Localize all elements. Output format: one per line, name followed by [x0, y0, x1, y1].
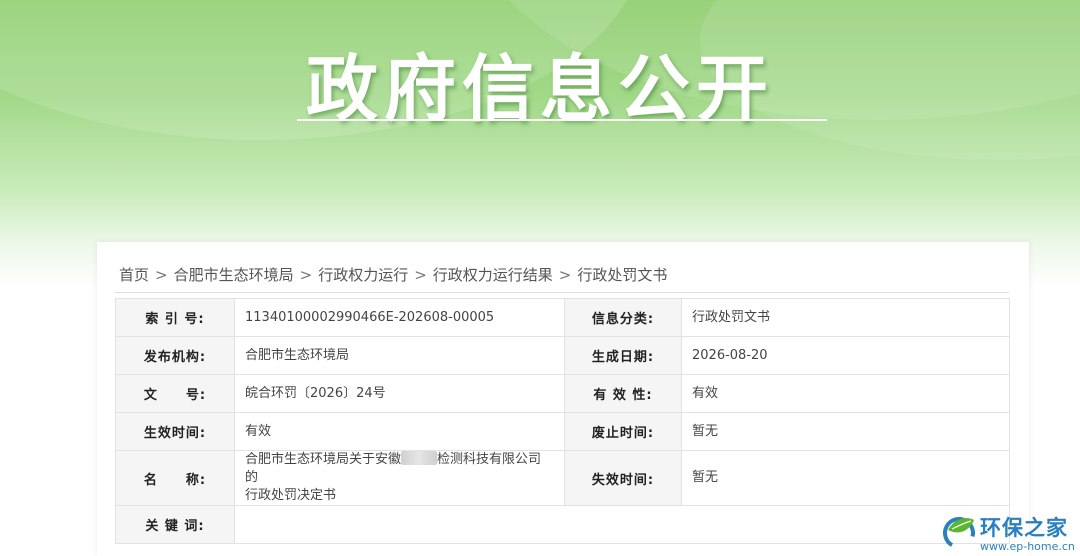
- category-label: 信息分类:: [564, 298, 682, 337]
- title-label: 名 称:: [115, 450, 235, 506]
- logo-name: 环保之家: [980, 516, 1068, 540]
- expire-time-label: 失效时间:: [564, 450, 682, 506]
- title-value: 合肥市生态环境局关于安徽 检测科技有限公司的 行政处罚决定书: [234, 450, 565, 506]
- breadcrumb-separator: >: [155, 266, 168, 284]
- keywords-value: [234, 505, 1010, 544]
- breadcrumb-bureau[interactable]: 合肥市生态环境局: [174, 266, 294, 284]
- breadcrumb-separator: >: [299, 266, 313, 284]
- title-value-part1: 合肥市生态环境局关于安徽: [245, 452, 402, 467]
- breadcrumb-home[interactable]: 首页: [119, 266, 149, 284]
- table-row: 发布机构: 合肥市生态环境局 生成日期: 2026-08-20: [115, 336, 1010, 375]
- breadcrumb-admin-power[interactable]: 行政权力运行: [318, 266, 408, 284]
- document-number-label: 文 号:: [115, 374, 235, 413]
- leaf-ring-logo-icon: [943, 517, 975, 549]
- keywords-label: 关 键 词:: [115, 505, 235, 544]
- created-date-label: 生成日期:: [564, 336, 682, 375]
- table-row: 文 号: 皖合环罚〔2026〕24号 有 效 性: 有效: [115, 374, 1010, 413]
- effective-time-label: 生效时间:: [115, 412, 235, 451]
- document-number-value: 皖合环罚〔2026〕24号: [234, 374, 565, 413]
- category-value: 行政处罚文书: [681, 298, 1010, 337]
- breadcrumb: 首页 > 合肥市生态环境局 > 行政权力运行 > 行政权力运行结果 > 行政处罚文书: [119, 264, 667, 285]
- index-label: 索 引 号:: [115, 298, 235, 337]
- publisher-label: 发布机构:: [115, 336, 235, 375]
- banner-underline: [297, 119, 827, 121]
- created-date-value: 2026-08-20: [681, 336, 1010, 375]
- repeal-time-label: 废止时间:: [564, 412, 682, 451]
- table-row: 名 称: 合肥市生态环境局关于安徽 检测科技有限公司的 行政处罚决定书 失效时间: …: [115, 450, 1010, 506]
- breadcrumb-separator: >: [558, 266, 572, 284]
- publisher-value: 合肥市生态环境局: [234, 336, 565, 375]
- validity-label: 有 效 性:: [564, 374, 682, 413]
- table-row: 生效时间: 有效 废止时间: 暂无: [115, 412, 1010, 451]
- breadcrumb-penalty-docs[interactable]: 行政处罚文书: [577, 266, 667, 284]
- content-panel: 首页 > 合肥市生态环境局 > 行政权力运行 > 行政权力运行结果 > 行政处罚文书 索 引 号…: [97, 242, 1029, 556]
- table-row: 索 引 号: 11340100002990466E-202608-00005 信…: [115, 298, 1010, 337]
- table-row: 关 键 词:: [115, 505, 1010, 544]
- logo-url: www.ep-home.cn: [980, 540, 1075, 553]
- index-value: 11340100002990466E-202608-00005: [234, 298, 565, 337]
- title-value-line2: 行政处罚决定书: [245, 488, 337, 503]
- breadcrumb-admin-results[interactable]: 行政权力运行结果: [433, 266, 553, 284]
- header-banner: 政府信息公开: [0, 0, 1080, 245]
- breadcrumb-divider: [115, 292, 1009, 293]
- effective-time-value: 有效: [234, 412, 565, 451]
- validity-value: 有效: [681, 374, 1010, 413]
- document-metadata-table: 索 引 号: 11340100002990466E-202608-00005 信…: [115, 298, 1010, 544]
- repeal-time-value: 暂无: [681, 412, 1010, 451]
- redacted-blur: [401, 451, 438, 465]
- expire-time-value: 暂无: [681, 450, 1010, 506]
- watermark-logo: 环保之家 www.ep-home.cn: [938, 510, 1080, 556]
- breadcrumb-separator: >: [414, 266, 427, 284]
